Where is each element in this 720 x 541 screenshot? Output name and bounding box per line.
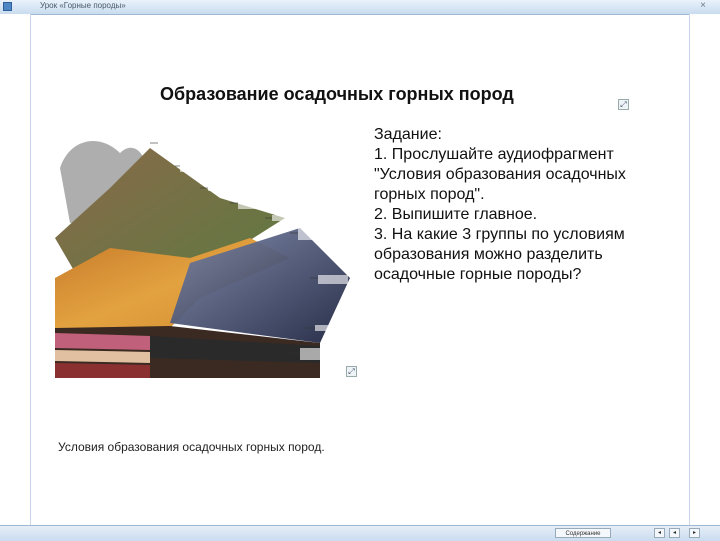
task-heading: Задание:: [374, 126, 442, 143]
task-line: 3. На какие 3 группы по условиям: [374, 226, 625, 243]
slide-title: Образование осадочных горных пород: [160, 84, 514, 104]
task-line: образования можно разделить: [374, 246, 603, 263]
window-titlebar: Урок «Горные породы» ×: [0, 0, 720, 15]
task-line: осадочные горные породы?: [374, 266, 582, 283]
zoom-icon[interactable]: ⤢: [618, 99, 629, 110]
task-line: горных пород".: [374, 186, 485, 203]
contents-button[interactable]: Содержание: [555, 528, 611, 538]
next-slide-button[interactable]: ▸: [689, 528, 700, 538]
sedimentary-rocks-illustration: [55, 140, 355, 378]
task-line: 1. Прослушайте аудиофрагмент: [374, 146, 614, 163]
app-icon: [3, 2, 12, 11]
close-icon[interactable]: ×: [700, 0, 706, 11]
left-frame: [0, 14, 31, 525]
first-slide-button[interactable]: ◂: [654, 528, 665, 538]
task-block: Задание: 1. Прослушайте аудиофрагмент "У…: [374, 125, 674, 285]
prev-slide-button[interactable]: ◂: [669, 528, 680, 538]
image-caption: Условия образования осадочных горных пор…: [58, 440, 325, 454]
right-frame: [689, 14, 720, 525]
task-line: "Условия образования осадочных: [374, 166, 626, 183]
bottom-navigation-bar: Содержание ◂ ◂ ▸: [0, 525, 720, 541]
window-title: Урок «Горные породы»: [40, 1, 126, 10]
task-line: 2. Выпишите главное.: [374, 206, 538, 223]
zoom-image-icon[interactable]: ⤢: [346, 366, 357, 377]
